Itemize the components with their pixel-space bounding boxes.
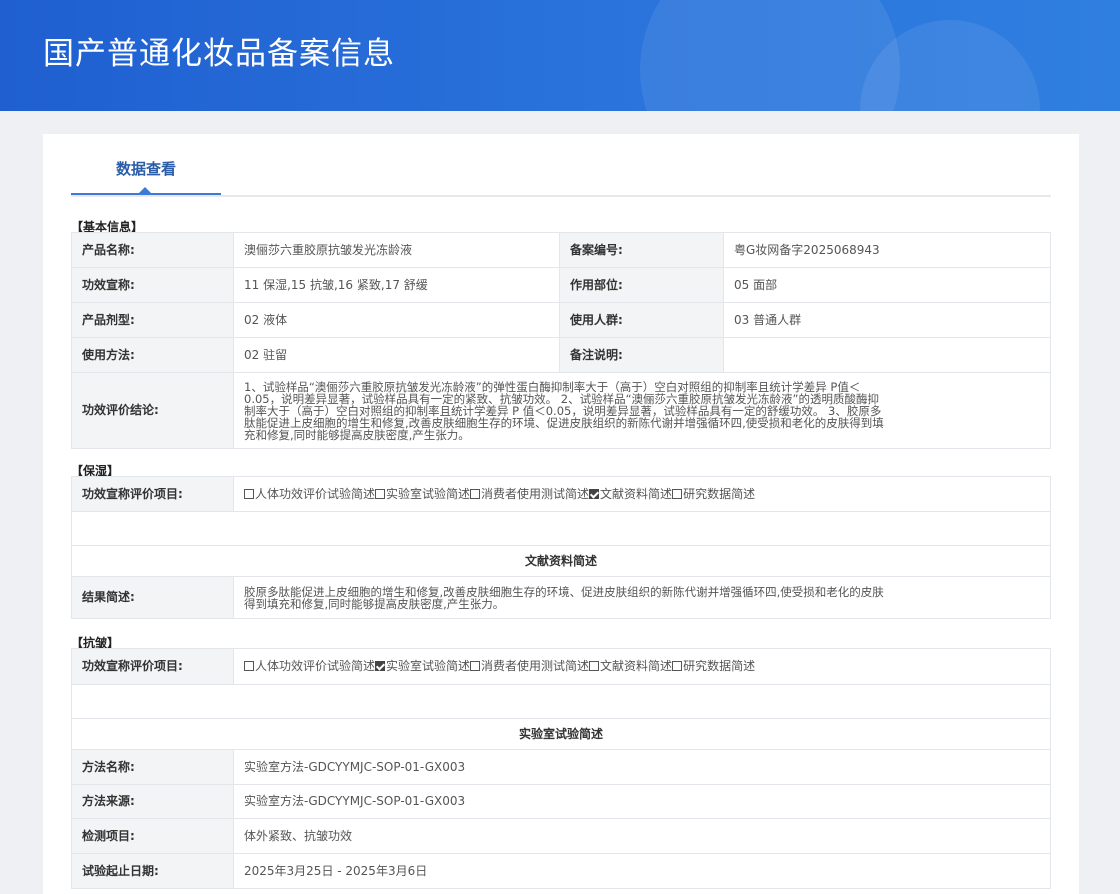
empty-row [71, 511, 1051, 546]
table-row: 文献资料简述 [71, 545, 1051, 577]
basic-info-table: 产品名称: 澳俪莎六重胶原抗皱发光冻龄液 备案编号: 粤G妆网备字2025068… [71, 232, 1051, 449]
table-row [71, 511, 1051, 546]
table-row: 功效宣称: 11 保湿,15 抗皱,16 紧致,17 舒缓 作用部位: 05 面… [71, 267, 1051, 303]
users-label: 使用人群: [559, 302, 724, 338]
checkbox-icon[interactable] [470, 661, 481, 671]
antiwrinkle-options: 人体功效评价试验简述 实验室试验简述 消费者使用测试简述 文献资料简述 研究数据简述 [233, 648, 1051, 685]
header-banner: 国产普通化妆品备案信息 [0, 0, 1120, 111]
checkbox-icon[interactable] [672, 661, 683, 671]
form-value: 02 液体 [233, 302, 560, 338]
method-name-value: 实验室方法-GDCYYMJC-SOP-01-GX003 [233, 749, 1051, 785]
page-title: 国产普通化妆品备案信息 [43, 36, 395, 72]
table-row: 实验室试验简述 [71, 718, 1051, 750]
moisturizing-table: 功效宣称评价项目: 人体功效评价试验简述 实验室试验简述 消费者使用测试简述 文献资料… [71, 476, 1051, 619]
table-row: 功效宣称评价项目: 人体功效评价试验简述 实验室试验简述 消费者使用测试简述 文献资料… [71, 476, 1051, 512]
moisturizing-options: 人体功效评价试验简述 实验室试验简述 消费者使用测试简述 文献资料简述 研究数据简述 [233, 476, 1051, 512]
date-label: 试验起止日期: [71, 853, 234, 889]
table-row: 功效宣称评价项目: 人体功效评价试验简述 实验室试验简述 消费者使用测试简述 文献资料… [71, 648, 1051, 685]
table-row: 方法名称: 实验室方法-GDCYYMJC-SOP-01-GX003 [71, 749, 1051, 785]
efficacy-label: 功效宣称: [71, 267, 234, 303]
test-item-value: 体外紧致、抗皱功效 [233, 818, 1051, 854]
efficacy-value: 11 保湿,15 抗皱,16 紧致,17 舒缓 [233, 267, 560, 303]
date-value: 2025年3月25日 - 2025年3月6日 [233, 853, 1051, 889]
checkbox-icon[interactable] [672, 488, 683, 499]
conclusion-value: 1、试验样品“澳俪莎六重胶原抗皱发光冻龄液”的弹性蛋白酶抑制率大于（高于）空白对… [233, 372, 1051, 449]
tab-bar: 数据查看 [71, 134, 1051, 197]
option-label: 消费者使用测试简述 [481, 659, 590, 673]
antiwrinkle-items-label: 功效宣称评价项目: [71, 648, 234, 685]
table-row: 结果简述: 胶原多肽能促进上皮细胞的增生和修复,改善皮肤细胞生存的环境、促进皮肤… [71, 576, 1051, 619]
table-row: 产品名称: 澳俪莎六重胶原抗皱发光冻龄液 备案编号: 粤G妆网备字2025068… [71, 232, 1051, 268]
result-value: 胶原多肽能促进上皮细胞的增生和修复,改善皮肤细胞生存的环境、促进皮肤组织的新陈代… [233, 576, 1051, 619]
option-label: 消费者使用测试简述 [481, 486, 590, 501]
subsection-title: 文献资料简述 [71, 545, 1051, 577]
subsection-title: 实验室试验简述 [71, 718, 1051, 750]
product-name-value: 澳俪莎六重胶原抗皱发光冻龄液 [233, 232, 560, 268]
option-label: 文献资料简述 [600, 486, 673, 501]
option-label: 文献资料简述 [600, 659, 673, 673]
product-name-label: 产品名称: [71, 232, 234, 268]
option-label: 实验室试验简述 [386, 659, 471, 673]
option-label: 人体功效评价试验简述 [255, 486, 376, 501]
site-label: 作用部位: [559, 267, 724, 303]
method-source-value: 实验室方法-GDCYYMJC-SOP-01-GX003 [233, 784, 1051, 819]
checkbox-icon[interactable] [375, 488, 386, 499]
table-row: 方法来源: 实验室方法-GDCYYMJC-SOP-01-GX003 [71, 784, 1051, 819]
site-value: 05 面部 [723, 267, 1051, 303]
table-row: 产品剂型: 02 液体 使用人群: 03 普通人群 [71, 302, 1051, 338]
checkbox-checked-icon[interactable] [375, 661, 386, 671]
method-name-label: 方法名称: [71, 749, 234, 785]
content-card: 数据查看 【基本信息】 产品名称: 澳俪莎六重胶原抗皱发光冻龄液 备案编号: 粤… [43, 134, 1079, 894]
result-label: 结果简述: [71, 576, 234, 619]
checkbox-checked-icon[interactable] [589, 488, 600, 499]
tab-data-view[interactable]: 数据查看 [71, 134, 221, 195]
table-row: 检测项目: 体外紧致、抗皱功效 [71, 818, 1051, 854]
checkbox-icon[interactable] [244, 661, 254, 671]
antiwrinkle-table: 功效宣称评价项目: 人体功效评价试验简述 实验室试验简述 消费者使用测试简述 文献资料… [71, 648, 1051, 889]
empty-row [71, 684, 1051, 719]
conclusion-label: 功效评价结论: [71, 372, 234, 449]
method-source-label: 方法来源: [71, 784, 234, 819]
test-item-label: 检测项目: [71, 818, 234, 854]
checkbox-icon[interactable] [589, 661, 600, 671]
usage-label: 使用方法: [71, 337, 234, 373]
table-row: 使用方法: 02 驻留 备注说明: [71, 337, 1051, 373]
checkbox-icon[interactable] [244, 488, 254, 499]
remark-label: 备注说明: [559, 337, 724, 373]
checkbox-icon[interactable] [470, 488, 481, 499]
option-label: 研究数据简述 [683, 659, 756, 673]
record-no-label: 备案编号: [559, 232, 724, 268]
table-row: 功效评价结论: 1、试验样品“澳俪莎六重胶原抗皱发光冻龄液”的弹性蛋白酶抑制率大… [71, 372, 1051, 449]
form-label: 产品剂型: [71, 302, 234, 338]
remark-value [723, 337, 1051, 373]
moisturizing-items-label: 功效宣称评价项目: [71, 476, 234, 512]
usage-value: 02 驻留 [233, 337, 560, 373]
option-label: 研究数据简述 [683, 486, 756, 501]
option-label: 实验室试验简述 [386, 486, 471, 501]
table-row [71, 684, 1051, 719]
record-no-value: 粤G妆网备字2025068943 [723, 232, 1051, 268]
option-label: 人体功效评价试验简述 [255, 659, 376, 673]
users-value: 03 普通人群 [723, 302, 1051, 338]
table-row: 试验起止日期: 2025年3月25日 - 2025年3月6日 [71, 853, 1051, 889]
